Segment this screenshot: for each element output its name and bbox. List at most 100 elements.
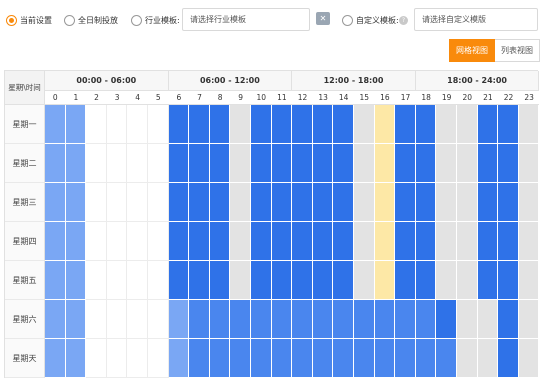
question-circle-icon[interactable]: ? xyxy=(399,16,408,25)
schedule-cell[interactable] xyxy=(354,183,375,222)
schedule-cell[interactable] xyxy=(457,261,478,300)
schedule-cell[interactable] xyxy=(436,105,457,144)
schedule-cell[interactable] xyxy=(251,300,272,339)
schedule-cell[interactable] xyxy=(518,300,540,339)
schedule-cell[interactable] xyxy=(230,300,251,339)
schedule-cell[interactable] xyxy=(127,105,148,144)
schedule-cell[interactable] xyxy=(312,222,334,261)
schedule-cell[interactable] xyxy=(354,222,375,261)
schedule-cell[interactable] xyxy=(518,222,540,261)
schedule-cell[interactable] xyxy=(498,300,519,339)
schedule-cell[interactable] xyxy=(148,300,169,339)
schedule-cell[interactable] xyxy=(230,144,251,183)
schedule-cell[interactable] xyxy=(189,144,210,183)
schedule-cell[interactable] xyxy=(168,144,190,183)
schedule-cell[interactable] xyxy=(292,339,313,378)
schedule-cell[interactable] xyxy=(65,339,87,378)
schedule-cell[interactable] xyxy=(436,339,457,378)
schedule-cell[interactable] xyxy=(86,339,107,378)
schedule-cell[interactable] xyxy=(65,222,87,261)
schedule-cell[interactable] xyxy=(189,183,210,222)
radio-button[interactable] xyxy=(131,14,142,26)
schedule-cell[interactable] xyxy=(127,339,148,378)
schedule-cell[interactable] xyxy=(395,105,416,144)
radio-custom-template[interactable]: 自定义模板: xyxy=(342,13,399,27)
schedule-cell[interactable] xyxy=(86,144,107,183)
schedule-cell[interactable] xyxy=(148,222,169,261)
schedule-cell[interactable] xyxy=(518,144,540,183)
schedule-cell[interactable] xyxy=(209,183,231,222)
schedule-cell[interactable] xyxy=(518,105,540,144)
schedule-cell[interactable] xyxy=(477,261,499,300)
schedule-cell[interactable] xyxy=(395,183,416,222)
schedule-cell[interactable] xyxy=(148,339,169,378)
schedule-cell[interactable] xyxy=(209,300,231,339)
custom-template-select[interactable]: 请选择自定义模版 xyxy=(414,8,538,31)
schedule-cell[interactable] xyxy=(333,183,354,222)
schedule-cell[interactable] xyxy=(354,339,375,378)
schedule-cell[interactable] xyxy=(65,261,87,300)
schedule-cell[interactable] xyxy=(127,144,148,183)
industry-template-select[interactable]: 请选择行业模板 xyxy=(182,8,310,31)
schedule-cell[interactable] xyxy=(292,144,313,183)
schedule-cell[interactable] xyxy=(209,261,231,300)
schedule-cell[interactable] xyxy=(498,261,519,300)
schedule-cell[interactable] xyxy=(292,261,313,300)
schedule-cell[interactable] xyxy=(45,339,66,378)
schedule-cell[interactable] xyxy=(230,105,251,144)
schedule-cell[interactable] xyxy=(312,144,334,183)
schedule-cell[interactable] xyxy=(271,183,293,222)
schedule-cell[interactable] xyxy=(312,105,334,144)
schedule-cell[interactable] xyxy=(333,222,354,261)
schedule-cell[interactable] xyxy=(45,183,66,222)
schedule-cell[interactable] xyxy=(354,300,375,339)
schedule-cell[interactable] xyxy=(312,300,334,339)
schedule-cell[interactable] xyxy=(477,222,499,261)
schedule-cell[interactable] xyxy=(477,105,499,144)
clear-template-icon[interactable]: ✕ xyxy=(316,12,330,25)
schedule-cell[interactable] xyxy=(415,261,437,300)
schedule-cell[interactable] xyxy=(45,222,66,261)
schedule-cell[interactable] xyxy=(518,261,540,300)
schedule-cell[interactable] xyxy=(395,339,416,378)
schedule-cell[interactable] xyxy=(189,222,210,261)
schedule-cell[interactable] xyxy=(65,144,87,183)
schedule-cell[interactable] xyxy=(457,339,478,378)
schedule-cell[interactable] xyxy=(251,144,272,183)
schedule-cell[interactable] xyxy=(148,261,169,300)
schedule-cell[interactable] xyxy=(333,300,354,339)
schedule-cell[interactable] xyxy=(168,261,190,300)
schedule-cell[interactable] xyxy=(168,222,190,261)
schedule-cell[interactable] xyxy=(436,144,457,183)
schedule-cell[interactable] xyxy=(106,105,128,144)
schedule-cell[interactable] xyxy=(415,183,437,222)
schedule-cell[interactable] xyxy=(415,339,437,378)
radio-all-day[interactable]: 全日制投放 xyxy=(64,13,118,27)
schedule-cell[interactable] xyxy=(230,261,251,300)
radio-current-setting[interactable]: 当前设置 xyxy=(6,13,52,27)
schedule-cell[interactable] xyxy=(271,144,293,183)
schedule-cell[interactable] xyxy=(292,105,313,144)
schedule-cell[interactable] xyxy=(65,105,87,144)
schedule-cell[interactable] xyxy=(45,300,66,339)
schedule-cell[interactable] xyxy=(457,222,478,261)
schedule-cell[interactable] xyxy=(477,300,499,339)
schedule-cell[interactable] xyxy=(168,183,190,222)
schedule-cell[interactable] xyxy=(312,339,334,378)
schedule-cell[interactable] xyxy=(271,300,293,339)
schedule-cell[interactable] xyxy=(86,222,107,261)
schedule-cell[interactable] xyxy=(457,144,478,183)
schedule-cell[interactable] xyxy=(395,261,416,300)
schedule-cell[interactable] xyxy=(354,144,375,183)
schedule-cell[interactable] xyxy=(498,183,519,222)
schedule-cell[interactable] xyxy=(374,144,396,183)
schedule-cell[interactable] xyxy=(189,300,210,339)
schedule-cell[interactable] xyxy=(498,144,519,183)
schedule-cell[interactable] xyxy=(518,183,540,222)
schedule-cell[interactable] xyxy=(230,222,251,261)
schedule-cell[interactable] xyxy=(251,261,272,300)
schedule-cell[interactable] xyxy=(189,261,210,300)
schedule-cell[interactable] xyxy=(457,183,478,222)
radio-button[interactable] xyxy=(64,14,75,26)
schedule-cell[interactable] xyxy=(312,261,334,300)
